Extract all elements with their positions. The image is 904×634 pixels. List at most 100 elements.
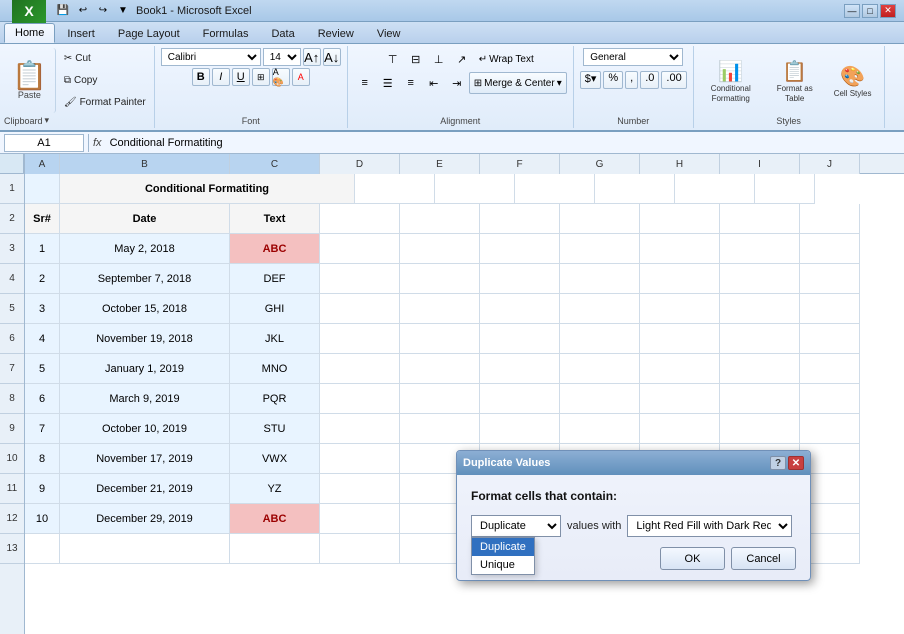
align-center-button[interactable]: ☰ <box>377 72 399 94</box>
cell-b6[interactable]: November 19, 2018 <box>60 324 230 354</box>
cell-H6[interactable] <box>640 324 720 354</box>
cell-j2[interactable] <box>800 204 860 234</box>
cell-j1[interactable] <box>755 174 815 204</box>
cell-J4[interactable] <box>800 264 860 294</box>
row-header-6[interactable]: 6 <box>0 324 24 354</box>
cell-b11[interactable]: December 21, 2019 <box>60 474 230 504</box>
cell-c10[interactable]: VWX <box>230 444 320 474</box>
cell-f2[interactable] <box>480 204 560 234</box>
cell-b2[interactable]: Date <box>60 204 230 234</box>
cell-col-c-13[interactable] <box>230 534 320 564</box>
italic-button[interactable]: I <box>212 68 230 86</box>
cell-G5[interactable] <box>560 294 640 324</box>
dialog-close-button[interactable]: ✕ <box>788 456 804 470</box>
cell-H4[interactable] <box>640 264 720 294</box>
cell-F7[interactable] <box>480 354 560 384</box>
cell-c5[interactable]: GHI <box>230 294 320 324</box>
cell-E7[interactable] <box>400 354 480 384</box>
cell-g1[interactable] <box>515 174 595 204</box>
row-header-10[interactable]: 10 <box>0 444 24 474</box>
cancel-button[interactable]: Cancel <box>731 547 796 570</box>
cell-F4[interactable] <box>480 264 560 294</box>
tab-view[interactable]: View <box>366 24 412 43</box>
cell-e1[interactable] <box>355 174 435 204</box>
cell-D6[interactable] <box>320 324 400 354</box>
row-header-9[interactable]: 9 <box>0 414 24 444</box>
cell-b7[interactable]: January 1, 2019 <box>60 354 230 384</box>
cell-a8[interactable]: 6 <box>25 384 60 414</box>
cell-c2[interactable]: Text <box>230 204 320 234</box>
font-color-button[interactable]: A <box>292 68 310 86</box>
align-middle-button[interactable]: ⊟ <box>405 48 427 70</box>
cell-J6[interactable] <box>800 324 860 354</box>
cell-D12[interactable] <box>320 504 400 534</box>
cell-c9[interactable]: STU <box>230 414 320 444</box>
tab-home[interactable]: Home <box>4 23 55 43</box>
col-header-f[interactable]: F <box>480 154 560 174</box>
cell-I9[interactable] <box>720 414 800 444</box>
cell-D10[interactable] <box>320 444 400 474</box>
cell-E8[interactable] <box>400 384 480 414</box>
cell-D5[interactable] <box>320 294 400 324</box>
border-button[interactable]: ⊞ <box>252 68 270 86</box>
cell-i1[interactable] <box>675 174 755 204</box>
dropdown-item-duplicate[interactable]: Duplicate <box>472 538 534 556</box>
cell-c4[interactable]: DEF <box>230 264 320 294</box>
cell-a3[interactable]: 1 <box>25 234 60 264</box>
tab-formulas[interactable]: Formulas <box>192 24 260 43</box>
font-family-select[interactable]: Calibri <box>161 48 261 66</box>
col-header-c[interactable]: C <box>230 154 320 174</box>
more-commands-button[interactable]: ▼ <box>114 2 132 20</box>
cell-i2[interactable] <box>720 204 800 234</box>
align-bottom-button[interactable]: ⊥ <box>428 48 450 70</box>
conditional-formatting-button[interactable]: 📊 Conditional Formatting <box>700 55 762 107</box>
cell-J8[interactable] <box>800 384 860 414</box>
cell-d2[interactable] <box>320 204 400 234</box>
cell-E3[interactable] <box>400 234 480 264</box>
cell-col-d-13[interactable] <box>320 534 400 564</box>
row-header-12[interactable]: 12 <box>0 504 24 534</box>
col-header-b[interactable]: B <box>60 154 230 174</box>
row-header-8[interactable]: 8 <box>0 384 24 414</box>
save-button[interactable]: 💾 <box>54 2 72 20</box>
duplicate-type-select[interactable]: Duplicate Unique <box>471 515 561 537</box>
underline-button[interactable]: U <box>232 68 250 86</box>
undo-button[interactable]: ↩ <box>74 2 92 20</box>
close-button[interactable]: ✕ <box>880 4 896 18</box>
cell-c11[interactable]: YZ <box>230 474 320 504</box>
cell-E4[interactable] <box>400 264 480 294</box>
align-left-button[interactable]: ≡ <box>354 72 376 94</box>
minimize-button[interactable]: — <box>844 4 860 18</box>
tab-data[interactable]: Data <box>260 24 305 43</box>
cell-a6[interactable]: 4 <box>25 324 60 354</box>
cell-G4[interactable] <box>560 264 640 294</box>
cell-H7[interactable] <box>640 354 720 384</box>
cell-D8[interactable] <box>320 384 400 414</box>
cell-F9[interactable] <box>480 414 560 444</box>
cell-styles-button[interactable]: 🎨 Cell Styles <box>828 60 878 103</box>
cell-col-b-13[interactable] <box>60 534 230 564</box>
name-box[interactable] <box>4 134 84 152</box>
col-header-g[interactable]: G <box>560 154 640 174</box>
cell-F3[interactable] <box>480 234 560 264</box>
cell-c6[interactable]: JKL <box>230 324 320 354</box>
tab-insert[interactable]: Insert <box>56 24 106 43</box>
cell-b1[interactable]: Conditional Formatiting <box>60 174 355 204</box>
cell-H8[interactable] <box>640 384 720 414</box>
cell-c12[interactable]: ABC <box>230 504 320 534</box>
cell-a11[interactable]: 9 <box>25 474 60 504</box>
row-header-13[interactable]: 13 <box>0 534 24 564</box>
cell-I3[interactable] <box>720 234 800 264</box>
cell-b9[interactable]: October 10, 2019 <box>60 414 230 444</box>
col-header-d[interactable]: D <box>320 154 400 174</box>
cell-a5[interactable]: 3 <box>25 294 60 324</box>
align-top-button[interactable]: ⊤ <box>382 48 404 70</box>
cell-h2[interactable] <box>640 204 720 234</box>
row-header-1[interactable]: 1 <box>0 174 24 204</box>
align-right-button[interactable]: ≡ <box>400 72 422 94</box>
cell-G8[interactable] <box>560 384 640 414</box>
increase-decimal-button[interactable]: .00 <box>661 71 686 89</box>
cell-H3[interactable] <box>640 234 720 264</box>
cell-col-a-13[interactable] <box>25 534 60 564</box>
col-header-e[interactable]: E <box>400 154 480 174</box>
